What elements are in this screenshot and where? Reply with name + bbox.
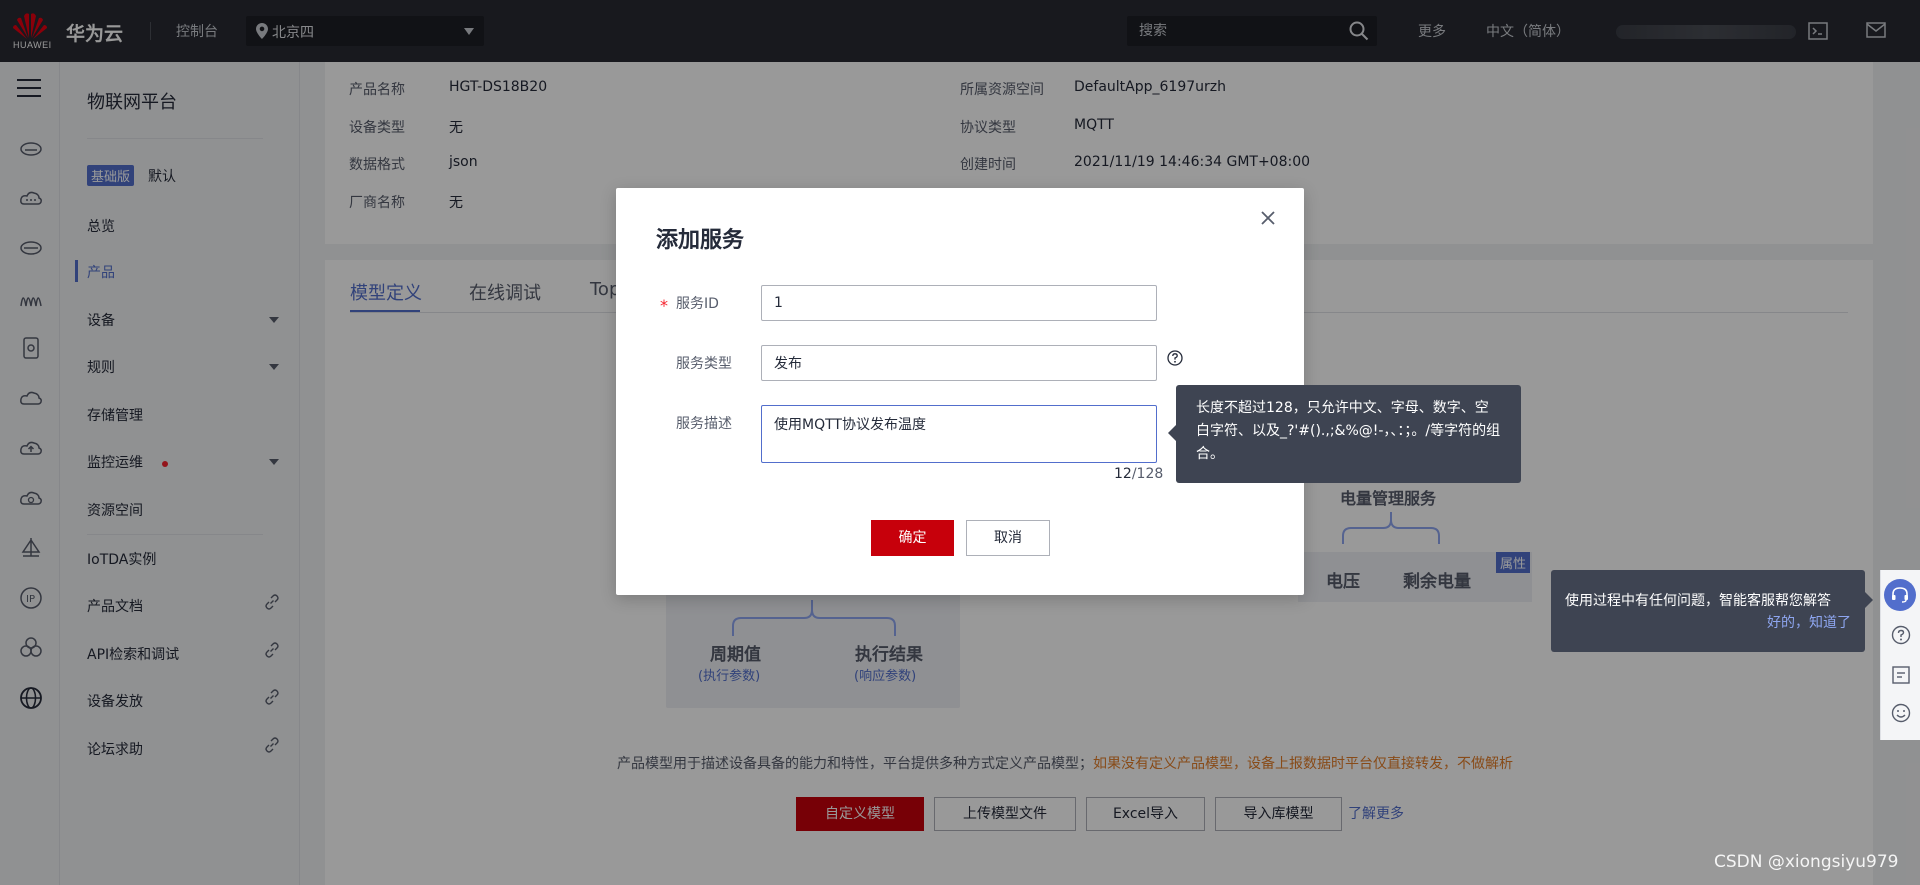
required-asterisk: * xyxy=(660,296,668,315)
service-type-label: 服务类型 xyxy=(676,356,732,372)
dialog-title: 添加服务 xyxy=(656,228,745,253)
customer-service-tip: 使用过程中有任何问题，智能客服帮您解答 好的，知道了 xyxy=(1551,570,1873,652)
tooltip-arrow xyxy=(1168,425,1176,441)
cancel-button[interactable]: 取消 xyxy=(966,520,1050,556)
description-rules-tooltip: 长度不超过128，只允许中文、字母、数字、空白字符、以及_?'#().,;&%@… xyxy=(1168,385,1521,483)
service-id-label: 服务ID xyxy=(676,296,719,312)
feedback-form-icon[interactable] xyxy=(1891,665,1911,685)
customer-service-button[interactable] xyxy=(1884,579,1916,611)
char-count-current: 12 xyxy=(1114,466,1132,482)
smile-icon[interactable] xyxy=(1891,703,1911,723)
char-counter: 12/128 xyxy=(1114,466,1163,482)
tooltip-text: 长度不超过128，只允许中文、字母、数字、空白字符、以及_?'#().,;&%@… xyxy=(1196,400,1501,462)
headset-icon xyxy=(1892,587,1908,603)
help-circle-icon[interactable] xyxy=(1891,625,1911,645)
service-type-input[interactable] xyxy=(761,345,1157,381)
close-icon[interactable] xyxy=(1260,210,1276,226)
help-icon[interactable] xyxy=(1167,350,1183,366)
watermark: CSDN @xiongsiyu979 xyxy=(1714,852,1899,872)
tip-arrow xyxy=(1865,592,1873,608)
cs-tip-ack-link[interactable]: 好的，知道了 xyxy=(1767,612,1851,632)
char-count-max: /128 xyxy=(1131,466,1164,482)
service-id-input[interactable] xyxy=(761,285,1157,321)
service-desc-label: 服务描述 xyxy=(676,416,732,432)
confirm-button[interactable]: 确定 xyxy=(871,520,954,556)
cs-tip-text: 使用过程中有任何问题，智能客服帮您解答 xyxy=(1565,593,1831,609)
service-desc-textarea[interactable]: 使用MQTT协议发布温度 xyxy=(761,405,1157,463)
